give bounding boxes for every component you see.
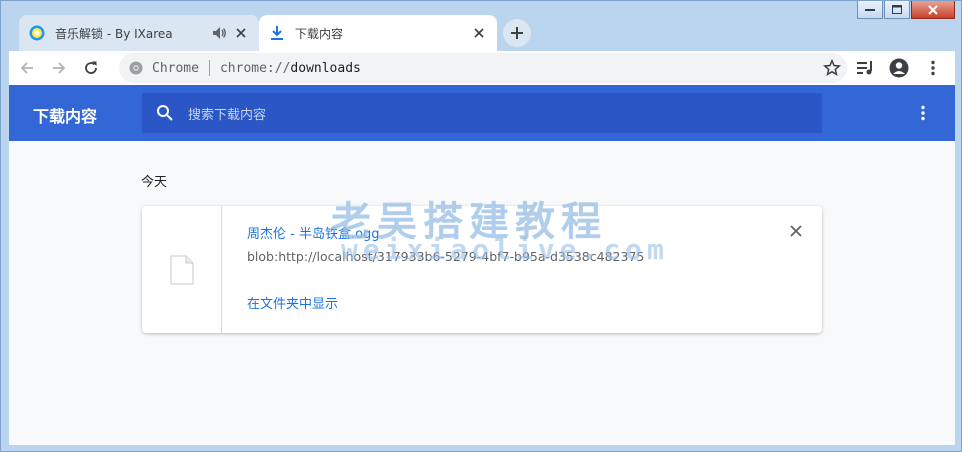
file-icon-column — [142, 206, 222, 333]
downloads-page: 下载内容 搜索下载内容 今天 周杰伦 - 半岛铁盒.ogg blob:http:… — [9, 85, 955, 445]
omnibox-chip: Chrome — [152, 60, 199, 76]
forward-button[interactable] — [45, 54, 73, 82]
audio-playing-icon[interactable] — [211, 25, 227, 41]
media-queue-icon — [857, 61, 872, 75]
download-filename-link[interactable]: 周杰伦 - 半岛铁盒.ogg — [247, 223, 380, 242]
downloads-menu-button[interactable] — [913, 103, 933, 123]
tab-music-unlock[interactable]: 音乐解锁 - By IXarea — [19, 15, 259, 51]
search-icon — [157, 105, 173, 121]
new-tab-button[interactable] — [503, 19, 531, 47]
download-icon — [271, 26, 283, 40]
url-scheme: chrome:// — [219, 60, 291, 76]
downloads-header: 下载内容 搜索下载内容 — [9, 85, 955, 141]
show-in-folder-link[interactable]: 在文件夹中显示 — [247, 293, 338, 312]
search-placeholder: 搜索下载内容 — [188, 107, 267, 123]
omnibox[interactable]: Chrome chrome://downloads — [119, 53, 847, 83]
kebab-menu-icon — [921, 105, 925, 121]
url-text[interactable]: chrome://downloads — [220, 61, 361, 76]
plus-icon — [511, 27, 523, 39]
chrome-icon — [129, 61, 143, 75]
download-source-url[interactable]: blob:http://localhost/317933b6-5279-4bf7… — [247, 249, 644, 264]
avatar-icon — [889, 58, 909, 78]
reload-button[interactable] — [77, 54, 105, 82]
close-tab-button[interactable] — [233, 25, 249, 41]
url-host: downloads — [290, 60, 361, 76]
bookmark-star-icon[interactable] — [823, 59, 841, 77]
back-button[interactable] — [13, 54, 41, 82]
date-group-label: 今天 — [141, 175, 168, 190]
music-unlock-favicon — [29, 25, 45, 41]
arrow-right-icon — [53, 62, 66, 74]
remove-download-button[interactable] — [788, 223, 804, 239]
tab-downloads[interactable]: 下载内容 — [259, 15, 497, 51]
close-icon — [236, 28, 246, 38]
browser-window: 音乐解锁 - By IXarea 下载内容 Chrome chrome://do… — [0, 0, 962, 452]
close-icon — [790, 225, 802, 237]
arrow-left-icon — [20, 62, 33, 74]
file-icon — [170, 255, 193, 284]
tab-title: 下载内容 — [295, 26, 344, 41]
tab-strip: 音乐解锁 - By IXarea 下载内容 — [9, 13, 955, 51]
toolbar: Chrome chrome://downloads — [9, 51, 955, 85]
kebab-menu-icon — [931, 60, 935, 76]
minimize-icon — [865, 8, 875, 11]
toolbar-actions — [851, 54, 947, 82]
tab-title: 音乐解锁 - By IXarea — [55, 26, 173, 41]
profile-button[interactable] — [885, 54, 913, 82]
close-tab-button[interactable] — [471, 25, 487, 41]
omnibox-separator — [208, 60, 210, 76]
download-item-card: 周杰伦 - 半岛铁盒.ogg blob:http://localhost/317… — [142, 206, 822, 333]
close-icon — [474, 28, 484, 38]
reload-icon — [85, 61, 97, 74]
media-control-button[interactable] — [851, 54, 879, 82]
chrome-menu-button[interactable] — [919, 54, 947, 82]
search-downloads-field[interactable]: 搜索下载内容 — [142, 93, 822, 133]
page-title: 下载内容 — [33, 107, 98, 126]
